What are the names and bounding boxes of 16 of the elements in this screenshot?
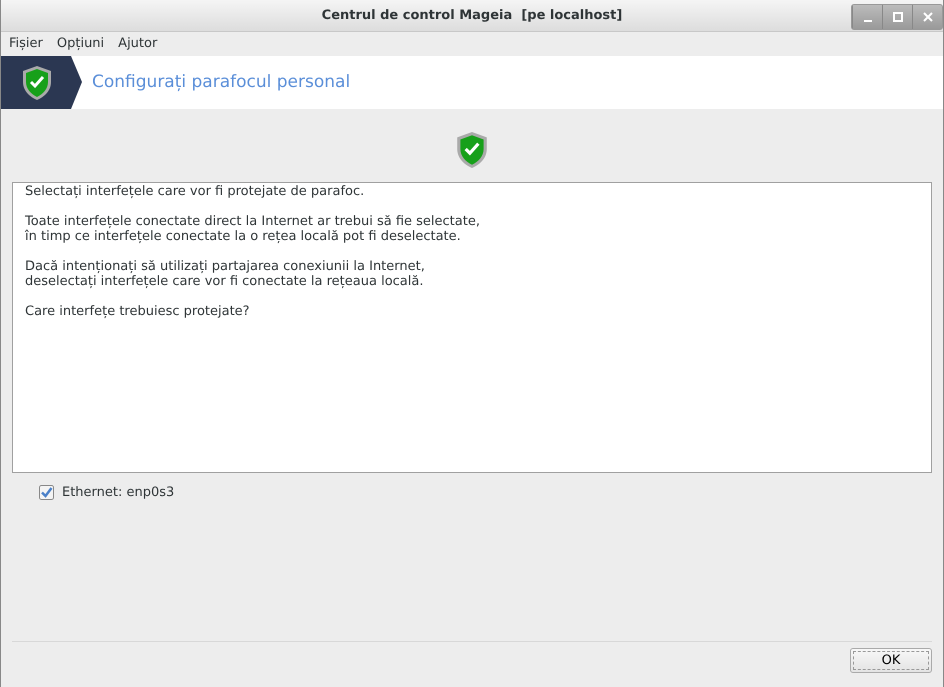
maximize-icon xyxy=(892,12,902,22)
ok-button[interactable]: OK xyxy=(850,648,932,673)
window-title: Centrul de control Mageia [pe localhost] xyxy=(322,6,622,25)
checkbox[interactable] xyxy=(39,485,54,500)
checkbox-label: Ethernet: enp0s3 xyxy=(62,484,174,502)
menu-item[interactable]: Fișier xyxy=(9,34,43,54)
menu-item[interactable]: Opțiuni xyxy=(56,34,104,54)
message-text: Selectați interfețele care vor fi protejate de parafoc. xyxy=(25,184,366,199)
message-text: Care interfețe trebuiesc protejate? xyxy=(25,304,251,319)
page-title: Configurați parafocul personal xyxy=(92,70,350,94)
message-text: Dacă intenționați să utilizați partajarea conexiunii la Internet, deselectați interfețele care vor fi conectate la rețeaua locală. xyxy=(25,259,426,289)
menu-item[interactable]: Ajutor xyxy=(118,34,158,54)
close-icon xyxy=(922,12,932,22)
message-text: Toate interfețele conectate direct la Internet ar trebui să fie selectate, în timp ce interfețele conectate la o rețea locală pot fi deselectate. xyxy=(25,214,481,244)
shield-icon xyxy=(455,131,489,169)
minimize-icon xyxy=(864,20,872,22)
